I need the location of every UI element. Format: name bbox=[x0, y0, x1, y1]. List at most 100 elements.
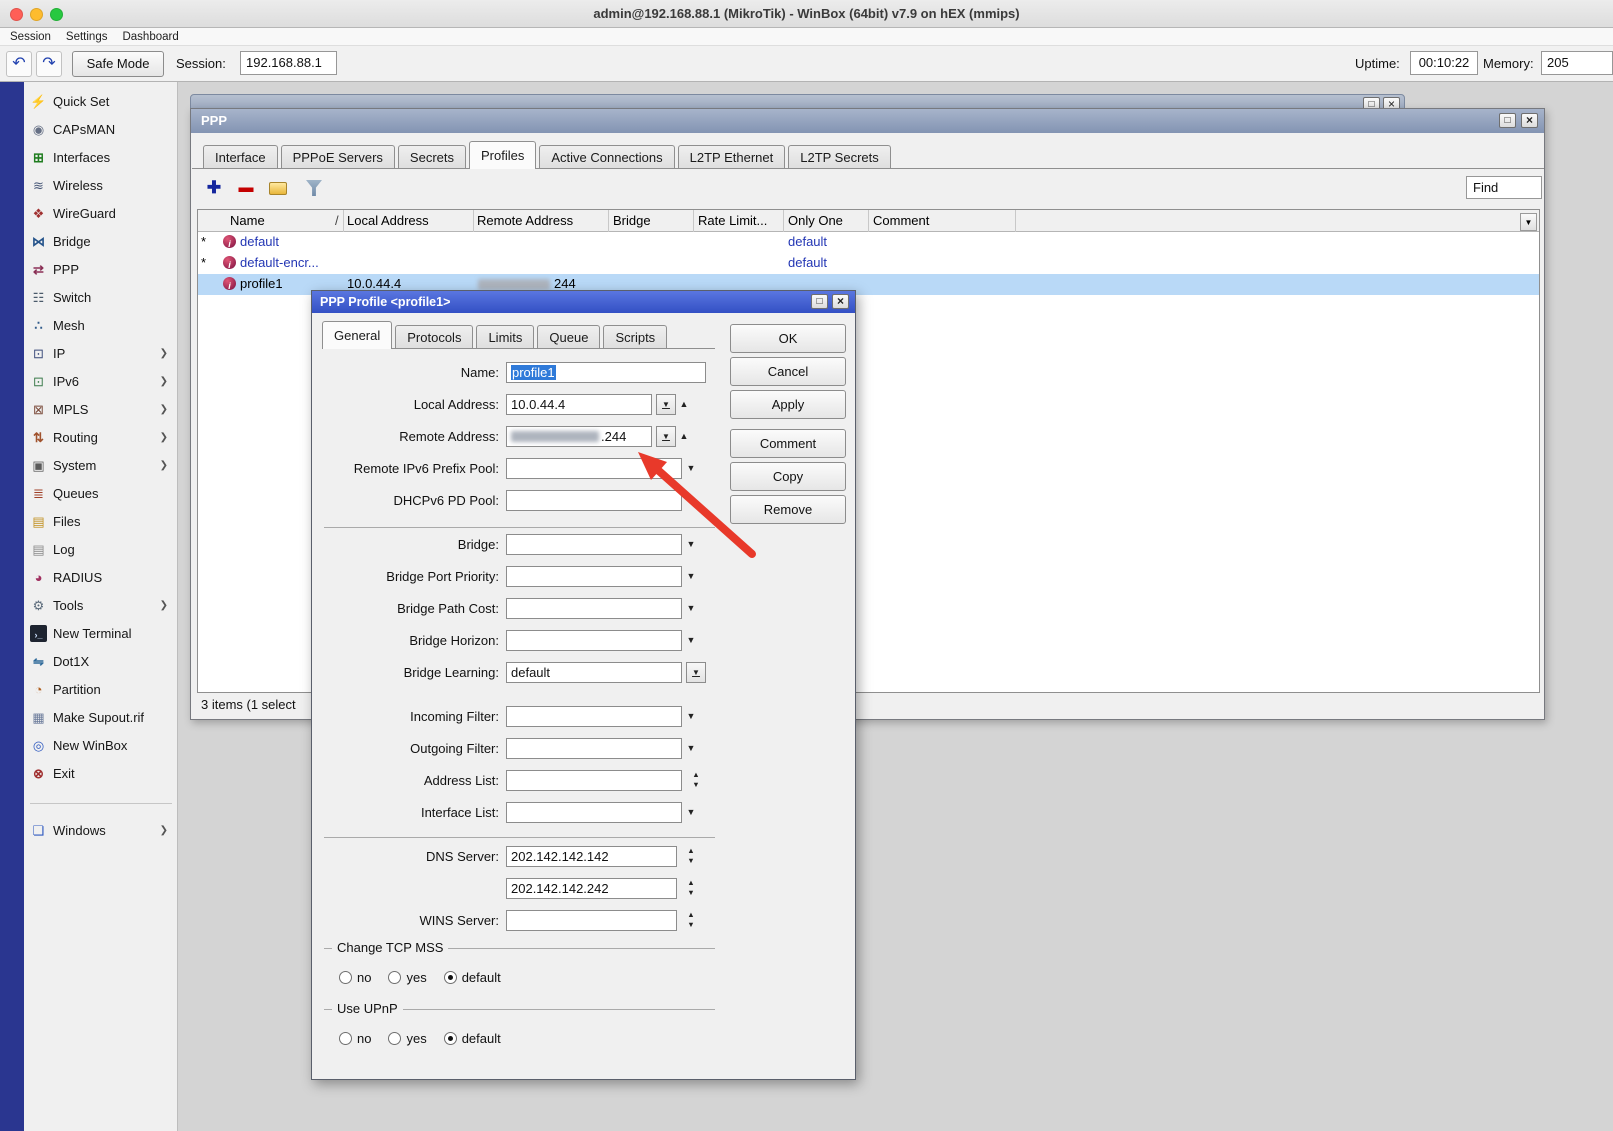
incoming-filter-input[interactable] bbox=[506, 706, 682, 727]
tab-l2tp-ethernet[interactable]: L2TP Ethernet bbox=[678, 145, 786, 169]
safe-mode-button[interactable]: Safe Mode bbox=[72, 51, 164, 77]
col-remote-address[interactable]: Remote Address bbox=[477, 213, 573, 228]
comment-folder-icon[interactable] bbox=[265, 175, 291, 201]
sidebar-item-new-terminal[interactable]: New Terminal bbox=[28, 620, 176, 646]
radio-option-no[interactable]: no bbox=[339, 1031, 371, 1046]
find-button[interactable]: Find bbox=[1466, 176, 1542, 199]
tab-limits[interactable]: Limits bbox=[476, 325, 534, 349]
col-name[interactable]: Name bbox=[230, 213, 265, 228]
up-down-spinner-icon[interactable] bbox=[683, 878, 699, 899]
table-header[interactable]: Name / Local Address Remote Address Brid… bbox=[198, 210, 1539, 232]
up-down-spinner-icon[interactable] bbox=[683, 846, 699, 867]
dropdown-icon[interactable] bbox=[682, 802, 700, 823]
col-rate-limit[interactable]: Rate Limit... bbox=[698, 213, 767, 228]
address-list-input[interactable] bbox=[506, 770, 682, 791]
sidebar-item-queues[interactable]: Queues bbox=[28, 480, 176, 506]
col-comment[interactable]: Comment bbox=[873, 213, 929, 228]
tab-queue[interactable]: Queue bbox=[537, 325, 600, 349]
table-row-default[interactable]: * default default bbox=[198, 232, 1539, 253]
radio-icon[interactable] bbox=[339, 971, 352, 984]
interface-list-input[interactable] bbox=[506, 802, 682, 823]
radio-icon[interactable] bbox=[388, 971, 401, 984]
tab-profiles[interactable]: Profiles bbox=[469, 141, 536, 169]
sidebar-item-interfaces[interactable]: Interfaces bbox=[28, 144, 176, 170]
tab-scripts[interactable]: Scripts bbox=[603, 325, 667, 349]
dialog-titlebar[interactable]: PPP Profile <profile1> bbox=[312, 291, 855, 313]
sidebar-item-exit[interactable]: Exit bbox=[28, 760, 176, 786]
undo-icon[interactable]: ↶ bbox=[6, 51, 32, 77]
tab-pppoe-servers[interactable]: PPPoE Servers bbox=[281, 145, 395, 169]
sidebar-item-ip[interactable]: IP❯ bbox=[28, 340, 176, 366]
sidebar-item-quick-set[interactable]: Quick Set bbox=[28, 88, 176, 114]
sidebar-item-ppp[interactable]: PPP bbox=[28, 256, 176, 282]
tab-secrets[interactable]: Secrets bbox=[398, 145, 466, 169]
sidebar-item-tools[interactable]: Tools❯ bbox=[28, 592, 176, 618]
radio-option-default[interactable]: default bbox=[444, 970, 501, 985]
radio-selected-icon[interactable] bbox=[444, 971, 457, 984]
sidebar-item-new-winbox[interactable]: New WinBox bbox=[28, 732, 176, 758]
dns-server-input-1[interactable]: 202.142.142.142 bbox=[506, 846, 677, 867]
tab-l2tp-secrets[interactable]: L2TP Secrets bbox=[788, 145, 891, 169]
tab-active-connections[interactable]: Active Connections bbox=[539, 145, 674, 169]
local-address-input[interactable]: 10.0.44.4 bbox=[506, 394, 652, 415]
bridge-horizon-input[interactable] bbox=[506, 630, 682, 651]
radio-option-default[interactable]: default bbox=[444, 1031, 501, 1046]
col-bridge[interactable]: Bridge bbox=[613, 213, 651, 228]
sidebar-item-windows[interactable]: Windows❯ bbox=[28, 817, 176, 843]
up-down-spinner-icon[interactable] bbox=[688, 770, 704, 791]
table-row-default-encryption[interactable]: * default-encr... default bbox=[198, 253, 1539, 274]
sidebar-item-partition[interactable]: Partition bbox=[28, 676, 176, 702]
session-input[interactable]: 192.168.88.1 bbox=[240, 51, 337, 75]
sidebar-item-files[interactable]: Files bbox=[28, 508, 176, 534]
wins-server-input[interactable] bbox=[506, 910, 677, 931]
sidebar-item-capsman[interactable]: CAPsMAN bbox=[28, 116, 176, 142]
ppp-close-icon[interactable] bbox=[1521, 113, 1538, 128]
dialog-maximize-icon[interactable] bbox=[811, 294, 828, 309]
dropdown-toggle-icon[interactable] bbox=[656, 394, 676, 415]
sidebar-item-ipv6[interactable]: IPv6❯ bbox=[28, 368, 176, 394]
bridge-learning-input[interactable]: default bbox=[506, 662, 682, 683]
ok-button[interactable]: OK bbox=[730, 324, 846, 353]
col-only-one[interactable]: Only One bbox=[788, 213, 843, 228]
collapse-up-icon[interactable]: ▲ bbox=[676, 394, 692, 415]
sidebar-item-wireguard[interactable]: WireGuard bbox=[28, 200, 176, 226]
filter-icon[interactable] bbox=[301, 175, 327, 201]
tab-interface[interactable]: Interface bbox=[203, 145, 278, 169]
sidebar-item-switch[interactable]: Switch bbox=[28, 284, 176, 310]
dropdown-icon[interactable] bbox=[682, 738, 700, 759]
column-select-icon[interactable]: ▼ bbox=[1520, 213, 1537, 231]
tab-general[interactable]: General bbox=[322, 321, 392, 349]
add-button[interactable]: ✚ bbox=[201, 175, 227, 201]
cancel-button[interactable]: Cancel bbox=[730, 357, 846, 386]
apply-button[interactable]: Apply bbox=[730, 390, 846, 419]
radio-selected-icon[interactable] bbox=[444, 1032, 457, 1045]
sidebar-item-log[interactable]: Log bbox=[28, 536, 176, 562]
sidebar-item-dot1x[interactable]: Dot1X bbox=[28, 648, 176, 674]
menu-dashboard[interactable]: Dashboard bbox=[122, 31, 178, 43]
sidebar-item-bridge[interactable]: Bridge bbox=[28, 228, 176, 254]
col-local-address[interactable]: Local Address bbox=[347, 213, 429, 228]
sidebar-item-radius[interactable]: RADIUS bbox=[28, 564, 176, 590]
outgoing-filter-input[interactable] bbox=[506, 738, 682, 759]
menu-session[interactable]: Session bbox=[10, 31, 51, 43]
sidebar-item-wireless[interactable]: Wireless bbox=[28, 172, 176, 198]
tab-protocols[interactable]: Protocols bbox=[395, 325, 473, 349]
up-down-spinner-icon[interactable] bbox=[683, 910, 699, 931]
menu-settings[interactable]: Settings bbox=[66, 31, 108, 43]
dropdown-icon[interactable] bbox=[682, 630, 700, 651]
sidebar-item-routing[interactable]: Routing❯ bbox=[28, 424, 176, 450]
sidebar-item-system[interactable]: System❯ bbox=[28, 452, 176, 478]
ppp-maximize-icon[interactable] bbox=[1499, 113, 1516, 128]
ppp-window-titlebar[interactable]: PPP bbox=[191, 109, 1544, 133]
dns-server-input-2[interactable]: 202.142.142.242 bbox=[506, 878, 677, 899]
sidebar-item-make-supout[interactable]: Make Supout.rif bbox=[28, 704, 176, 730]
radio-icon[interactable] bbox=[339, 1032, 352, 1045]
radio-option-yes[interactable]: yes bbox=[388, 1031, 426, 1046]
dialog-close-icon[interactable] bbox=[832, 294, 849, 309]
dropdown-toggle-icon[interactable] bbox=[686, 662, 706, 683]
radio-option-no[interactable]: no bbox=[339, 970, 371, 985]
sidebar-item-mesh[interactable]: Mesh bbox=[28, 312, 176, 338]
radio-icon[interactable] bbox=[388, 1032, 401, 1045]
bridge-path-cost-input[interactable] bbox=[506, 598, 682, 619]
dropdown-icon[interactable] bbox=[682, 706, 700, 727]
